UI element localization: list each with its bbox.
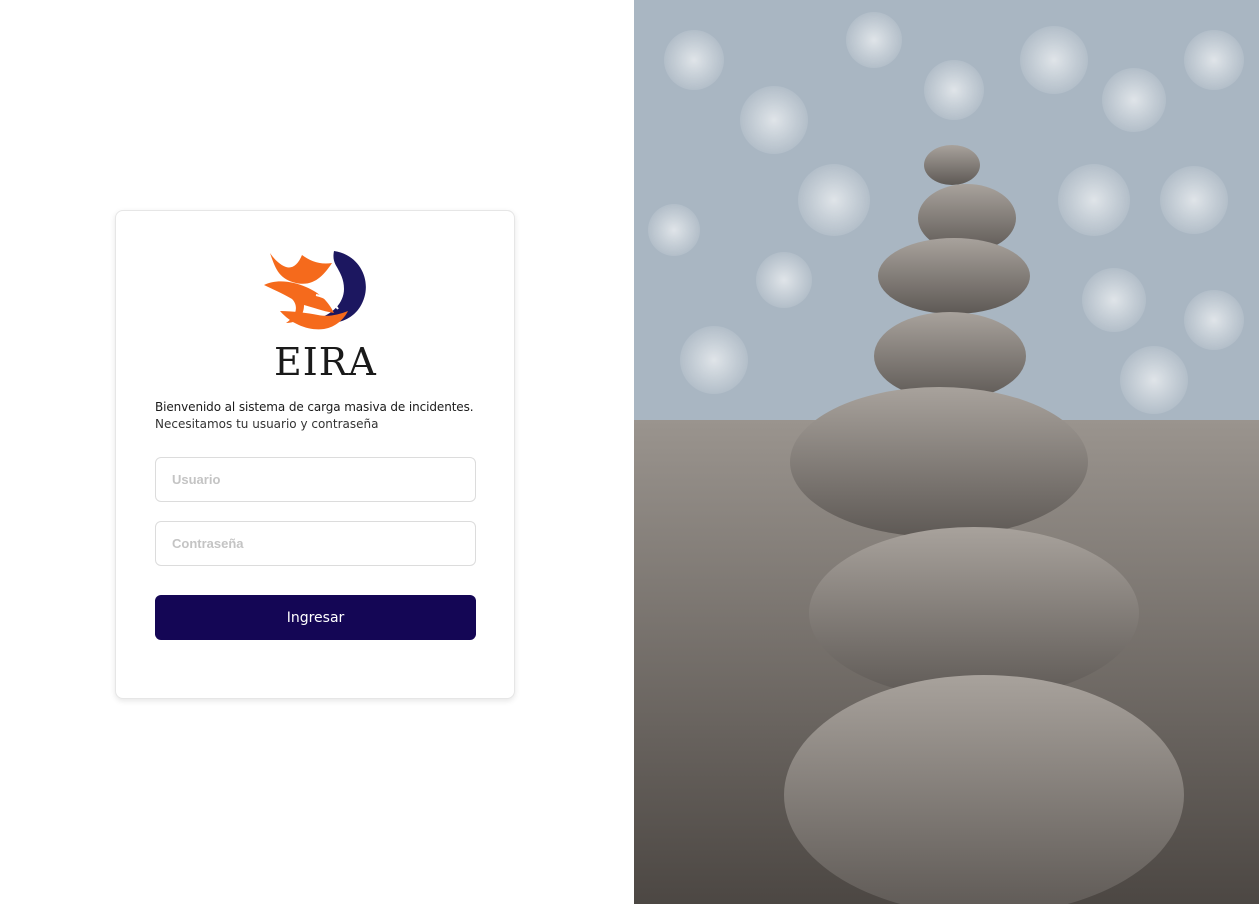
login-button[interactable]: Ingresar bbox=[155, 595, 476, 640]
instruction-text: Necesitamos tu usuario y contraseña bbox=[155, 417, 379, 431]
login-card: EIRA Bienvenido al sistema de carga masi… bbox=[115, 210, 515, 699]
password-input[interactable] bbox=[155, 521, 476, 566]
login-pane: EIRA Bienvenido al sistema de carga masi… bbox=[0, 0, 634, 904]
welcome-text: Bienvenido al sistema de carga masiva de… bbox=[155, 400, 474, 414]
stacked-stones-illustration bbox=[634, 0, 1259, 904]
hero-photo bbox=[634, 0, 1259, 904]
logo-icon bbox=[264, 251, 366, 330]
username-input[interactable] bbox=[155, 457, 476, 502]
brand-logotype: EIRA bbox=[274, 340, 377, 384]
